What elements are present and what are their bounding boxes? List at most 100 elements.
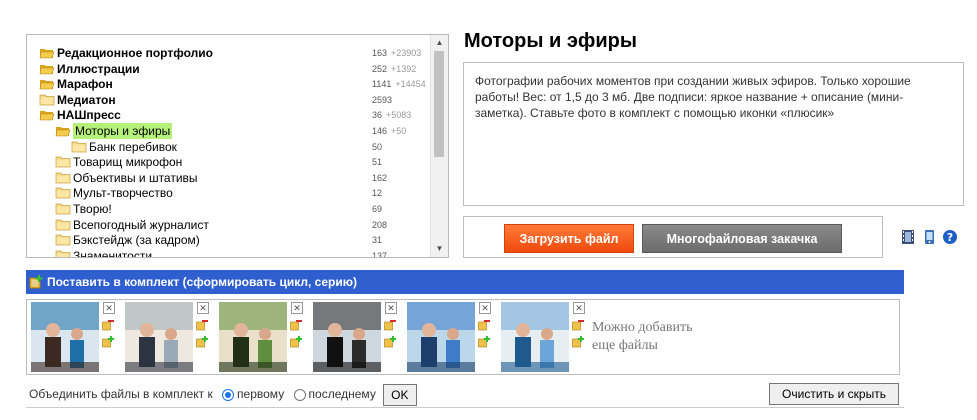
tree-item-label[interactable]: Бэкстейдж (за кадром) (73, 232, 200, 248)
tree-item[interactable]: Марафон 1141 +14454 (27, 76, 430, 92)
remove-from-set-icon[interactable] (290, 319, 302, 331)
remove-icon[interactable]: ✕ (103, 302, 115, 314)
photo-thumbnail[interactable] (313, 302, 381, 372)
photo-thumbnail[interactable] (219, 302, 287, 372)
tree-item[interactable]: Мульт-творчество 12 (27, 185, 430, 201)
set-bar[interactable]: Поставить в комплект (сформировать цикл,… (26, 270, 904, 294)
add-to-set-icon[interactable] (478, 336, 490, 348)
folder-icon (71, 141, 87, 153)
tree-item-label[interactable]: Редакционное портфолио (57, 45, 213, 61)
radio-first-label[interactable]: первому (237, 387, 284, 401)
tree-item[interactable]: Иллюстрации 252 +1392 (27, 61, 430, 77)
radio-last[interactable] (293, 388, 306, 401)
folder-icon (55, 187, 71, 199)
tree-item-label[interactable]: Медиатон (57, 92, 116, 108)
remove-from-set-icon[interactable] (196, 319, 208, 331)
tree-item-label[interactable]: Творю! (73, 201, 112, 217)
remove-icon[interactable]: ✕ (479, 302, 491, 314)
remove-icon[interactable]: ✕ (291, 302, 303, 314)
scroll-down-icon[interactable]: ▼ (431, 241, 448, 257)
album-tree[interactable]: Редакционное портфолио 163 +23903 Иллюстрац… (26, 34, 449, 258)
remove-from-set-icon[interactable] (384, 319, 396, 331)
add-more-line2: еще файлы (592, 338, 658, 353)
tree-item-new-count: +50 (391, 126, 407, 136)
add-to-set-icon[interactable] (572, 336, 584, 348)
tree-item-label[interactable]: НАШпресс (57, 107, 121, 123)
thumbnail-item: ✕ (122, 300, 212, 374)
tree-item[interactable]: НАШпресс 36 +5083 (27, 107, 430, 123)
tree-item-new-count: +5083 (386, 110, 412, 121)
photo-thumbnail[interactable] (125, 302, 193, 372)
tree-item-count: 162 (372, 170, 387, 186)
folder-icon (55, 172, 71, 184)
remove-icon[interactable]: ✕ (197, 302, 209, 314)
photo-thumbnail[interactable] (407, 302, 475, 372)
tree-item-label[interactable]: Иллюстрации (57, 61, 140, 77)
folder-open-icon (39, 47, 55, 59)
tree-item-label[interactable]: Объективы и штативы (73, 170, 198, 186)
tree-item-label[interactable]: Товарищ микрофон (73, 154, 182, 170)
tree-item-count-value: 51 (372, 157, 383, 168)
tree-item[interactable]: Товарищ микрофон 51 (27, 154, 430, 170)
tree-item-count: 2593 (372, 92, 392, 108)
folder-icon (55, 203, 71, 215)
tree-item-count-value: 2593 (372, 94, 393, 105)
folder-icon (55, 156, 71, 168)
tree-item[interactable]: Знаменитости 137 (27, 248, 430, 257)
tree-item[interactable]: Бэкстейдж (за кадром) 31 (27, 232, 430, 248)
folder-icon (39, 94, 55, 106)
tree-item-count-value: 163 (372, 48, 388, 58)
remove-icon[interactable]: ✕ (573, 302, 585, 314)
add-to-set-icon[interactable] (102, 336, 114, 348)
upload-file-button[interactable]: Загрузить файл (504, 224, 634, 253)
add-to-set-icon[interactable] (196, 336, 208, 348)
tree-item[interactable]: Творю! 69 (27, 201, 430, 217)
tree-item[interactable]: Моторы и эфиры 146 +50 (27, 123, 430, 139)
remove-from-set-icon[interactable] (102, 319, 114, 331)
folder-icon (55, 250, 71, 257)
tree-item-count-value: 146 (372, 126, 388, 136)
photo-thumbnail[interactable] (31, 302, 99, 372)
album-title: Моторы и эфиры (464, 30, 637, 52)
radio-first[interactable] (222, 388, 235, 401)
add-more-hint: Можно добавить еще файлы (592, 319, 692, 355)
tree-item-count: 146 +50 (372, 123, 406, 139)
tree-item-label[interactable]: Марафон (57, 76, 113, 92)
phone-icon[interactable] (921, 229, 937, 245)
tree-item-count: 69 (372, 201, 382, 217)
tree-item-label[interactable]: Знаменитости (73, 248, 152, 257)
tree-item[interactable]: Банк перебивок 50 (27, 139, 430, 155)
radio-last-label[interactable]: последнему (309, 387, 376, 401)
add-to-set-icon[interactable] (384, 336, 396, 348)
film-icon[interactable] (900, 229, 916, 245)
tree-item-label[interactable]: Мульт-творчество (73, 185, 173, 201)
folder-icon (55, 219, 71, 231)
tree-item[interactable]: Объективы и штативы 162 (27, 170, 430, 186)
help-icon[interactable]: ? (942, 229, 958, 245)
tree-item-new-count: +23903 (391, 48, 422, 58)
tree-item-new-count: +1392 (391, 63, 417, 74)
tree-item-label[interactable]: Моторы и эфиры (73, 123, 173, 139)
svg-text:?: ? (947, 231, 953, 244)
tree-item[interactable]: Редакционное портфолио 163 +23903 (27, 45, 430, 61)
tree-item-count-value: 1141 (372, 79, 392, 90)
folder-open-icon (39, 109, 55, 121)
tree-item-count-value: 162 (372, 172, 388, 183)
ok-button[interactable]: OK (383, 383, 417, 406)
tree-item[interactable]: Медиатон 2593 (27, 92, 430, 108)
folder-icon (55, 234, 71, 246)
remove-from-set-icon[interactable] (478, 319, 490, 331)
remove-icon[interactable]: ✕ (385, 302, 397, 314)
tree-item-label[interactable]: Банк перебивок (89, 139, 177, 155)
photo-thumbnail[interactable] (501, 302, 569, 372)
multi-upload-button[interactable]: Многофайловая закачка (642, 224, 842, 253)
remove-from-set-icon[interactable] (572, 319, 584, 331)
tree-item-label[interactable]: Всепогодный журналист (73, 217, 209, 233)
clear-and-hide-button[interactable]: Очистить и скрыть (769, 383, 899, 405)
scroll-thumb[interactable] (434, 51, 444, 157)
scroll-up-icon[interactable]: ▲ (431, 35, 448, 51)
add-to-set-icon[interactable] (290, 336, 302, 348)
tree-item-count: 252 +1392 (372, 61, 416, 77)
tree-item[interactable]: Всепогодный журналист 208 (27, 217, 430, 233)
tree-scrollbar[interactable]: ▲ ▼ (430, 35, 448, 257)
